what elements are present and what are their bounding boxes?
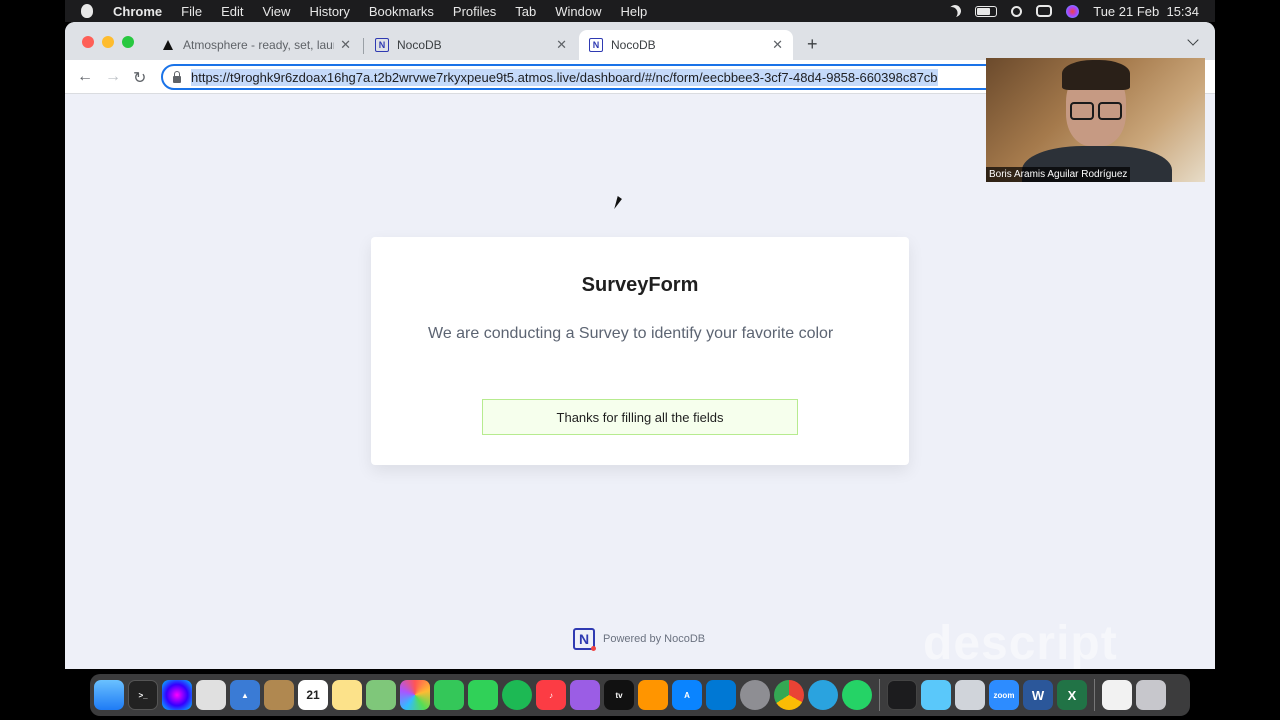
tab-strip: Atmosphere - ready, set, launch ✕ N Noco… — [65, 22, 1215, 60]
macos-menubar: Chrome File Edit View History Bookmarks … — [65, 0, 1215, 22]
siri-icon[interactable] — [162, 680, 192, 710]
tab-title: Atmosphere - ready, set, launch — [183, 38, 334, 52]
telegram-icon[interactable] — [808, 680, 838, 710]
altair-icon[interactable]: ▲ — [230, 680, 260, 710]
whatsapp-icon[interactable] — [842, 680, 872, 710]
close-window-button[interactable] — [82, 36, 94, 48]
fullscreen-window-button[interactable] — [122, 36, 134, 48]
video-call-tile: Boris Aramis Aguilar Rodríguez — [986, 58, 1205, 182]
reload-icon[interactable]: ↻ — [133, 68, 146, 88]
menu-bookmarks[interactable]: Bookmarks — [369, 4, 434, 19]
descript-watermark: descript — [923, 617, 1118, 669]
music-icon[interactable]: ♪ — [536, 680, 566, 710]
form-card: SurveyForm We are conducting a Survey to… — [371, 237, 909, 465]
new-tab-button[interactable]: + — [807, 34, 818, 55]
tab-close-icon[interactable]: ✕ — [556, 37, 567, 53]
spotify-icon[interactable] — [502, 680, 532, 710]
minimize-window-button[interactable] — [102, 36, 114, 48]
vscode-icon[interactable] — [706, 680, 736, 710]
tab-title: NocoDB — [397, 38, 442, 52]
tab-nocodb-active[interactable]: N NocoDB ✕ — [579, 30, 793, 60]
tv-icon[interactable]: tv — [604, 680, 634, 710]
focus-moon-icon[interactable] — [947, 3, 963, 19]
messages-icon[interactable] — [434, 680, 464, 710]
terminal-icon[interactable]: >_ — [128, 680, 158, 710]
photos-icon[interactable] — [400, 680, 430, 710]
tab-close-icon[interactable]: ✕ — [772, 37, 783, 53]
excel-icon[interactable]: X — [1057, 680, 1087, 710]
menu-profiles[interactable]: Profiles — [453, 4, 496, 19]
macos-dock: >_ ▲ 21 ♪ tv A zoom W X — [90, 674, 1190, 716]
network-icon[interactable] — [921, 680, 951, 710]
dock-separator — [1094, 679, 1095, 711]
launchpad-icon[interactable] — [196, 680, 226, 710]
nocodb-logo-icon: N — [573, 628, 596, 651]
preview-icon[interactable] — [955, 680, 985, 710]
calendar-icon[interactable]: 21 — [298, 680, 328, 710]
tab-separator — [363, 38, 364, 54]
menu-app-name[interactable]: Chrome — [113, 4, 162, 19]
menu-edit[interactable]: Edit — [221, 4, 243, 19]
notes-icon[interactable] — [332, 680, 362, 710]
nocodb-icon: N — [375, 38, 389, 52]
menu-tab[interactable]: Tab — [515, 4, 536, 19]
participant-hair — [1062, 60, 1130, 90]
form-description: We are conducting a Survey to identify y… — [428, 325, 834, 342]
zoom-icon[interactable]: zoom — [989, 680, 1019, 710]
form-title: SurveyForm — [581, 274, 699, 296]
url-text[interactable]: https://t9roghk9r6zdoax16hg7a.t2b2wrvwe7… — [191, 68, 938, 86]
tab-nocodb-1[interactable]: N NocoDB ✕ — [365, 30, 577, 60]
podcasts-icon[interactable] — [570, 680, 600, 710]
facetime-icon[interactable] — [468, 680, 498, 710]
spotlight-search-icon[interactable] — [1011, 5, 1023, 17]
control-center-icon[interactable] — [1036, 5, 1053, 17]
tab-atmosphere[interactable]: Atmosphere - ready, set, launch ✕ — [153, 30, 361, 60]
menu-view[interactable]: View — [262, 4, 290, 19]
menu-help[interactable]: Help — [621, 4, 648, 19]
menu-history[interactable]: History — [309, 4, 349, 19]
lock-icon[interactable] — [173, 70, 181, 83]
trash-icon[interactable] — [1136, 680, 1166, 710]
window-controls — [82, 36, 134, 48]
mouse-cursor-icon — [614, 196, 623, 209]
powered-by-footer[interactable]: N Powered by NocoDB — [573, 628, 705, 651]
app-store-icon[interactable]: A — [672, 680, 702, 710]
tab-close-icon[interactable]: ✕ — [340, 37, 351, 53]
contacts-icon[interactable] — [264, 680, 294, 710]
apple-menu-icon[interactable] — [81, 4, 93, 18]
success-alert: Thanks for filling all the fields — [482, 399, 798, 435]
books-icon[interactable] — [638, 680, 668, 710]
powered-by-text[interactable]: Powered by NocoDB — [603, 633, 705, 645]
maps-icon[interactable] — [366, 680, 396, 710]
glasses-icon — [1070, 102, 1122, 120]
menu-window[interactable]: Window — [555, 4, 601, 19]
atmosphere-icon — [163, 40, 173, 50]
participant-name: Boris Aramis Aguilar Rodríguez — [986, 167, 1131, 182]
word-icon[interactable]: W — [1023, 680, 1053, 710]
siri-menubar-icon[interactable] — [1066, 4, 1080, 18]
finder-icon[interactable] — [94, 680, 124, 710]
activity-monitor-icon[interactable] — [887, 680, 917, 710]
document-icon[interactable] — [1102, 680, 1132, 710]
menubar-clock[interactable]: Tue 21 Feb 15:34 — [1093, 4, 1199, 19]
forward-arrow-icon[interactable]: → — [105, 68, 121, 86]
dock-separator — [879, 679, 880, 711]
chrome-icon[interactable] — [774, 680, 804, 710]
tab-search-chevron-icon[interactable] — [1187, 34, 1199, 46]
menu-file[interactable]: File — [181, 4, 202, 19]
tab-title: NocoDB — [611, 38, 656, 52]
battery-icon[interactable] — [975, 5, 998, 17]
nocodb-icon: N — [589, 38, 603, 52]
settings-icon[interactable] — [740, 680, 770, 710]
back-arrow-icon[interactable]: ← — [77, 68, 93, 86]
